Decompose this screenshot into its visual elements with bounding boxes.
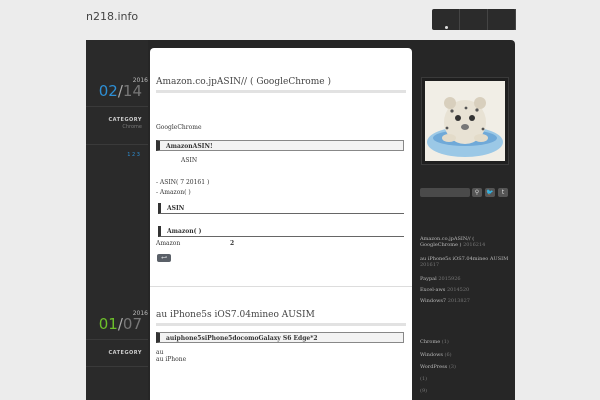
snow-leopard-photo	[425, 81, 505, 161]
recent-post-4[interactable]: Excel-aws 2014520	[420, 287, 469, 293]
post-2-title[interactable]: au iPhone5s iOS7.04mineo AUSIM	[156, 310, 315, 320]
post-divider	[150, 286, 412, 287]
twitter-icon[interactable]: t	[498, 188, 508, 197]
recent-post-1[interactable]: Amazon.co.jpASIN// ( GoogleChrome ) 2016…	[420, 236, 485, 248]
post-2-date: 01/07	[98, 315, 142, 333]
post-2-month: 01	[98, 315, 118, 333]
recent-post-3[interactable]: Paypal 2015926	[420, 276, 461, 282]
category-wordpress[interactable]: WordPress (3)	[420, 364, 456, 370]
back-arrow-icon: ↩	[161, 254, 167, 262]
twitter-button[interactable]: 🐦	[485, 188, 495, 197]
post-1-month: 02	[98, 82, 118, 100]
category-4[interactable]: (1)	[420, 376, 427, 382]
category-5[interactable]: (9)	[420, 388, 427, 394]
nav-item-3[interactable]	[488, 9, 516, 30]
post-1-intro: GoogleChrome	[156, 124, 202, 131]
post-1-day: 14	[122, 82, 142, 100]
post-2-category-label: CATEGORY	[108, 350, 142, 356]
recent-post-2[interactable]: au iPhone5s iOS7.04mineo AUSIM 201617	[420, 256, 508, 268]
post-1-amazon-number: 2	[230, 240, 235, 247]
post-1-title[interactable]: Amazon.co.jpASIN// ( GoogleChrome )	[156, 77, 331, 87]
content-area: Amazon.co.jpASIN// ( GoogleChrome ) Goog…	[150, 48, 412, 400]
post-1-category-label: CATEGORY	[108, 117, 142, 123]
date-divider-2	[86, 339, 148, 340]
post-1-pagination[interactable]: 1 2 3	[127, 152, 140, 158]
search-icon[interactable]: ⚲	[472, 188, 482, 197]
category-divider-2	[86, 366, 148, 367]
site-title[interactable]: n218.info	[86, 10, 138, 23]
post-1-category-value[interactable]: Chrome	[122, 124, 142, 130]
recent-post-5[interactable]: Windows7 2013827	[420, 298, 470, 304]
post-1-date: 02/14	[98, 82, 142, 100]
category-chrome[interactable]: Chrome (1)	[420, 339, 449, 345]
post-1-list-item-2[interactable]: - Amazon( )	[156, 189, 191, 196]
date-column: 2016 02/14 CATEGORY Chrome 1 2 3 2016 01…	[86, 40, 148, 400]
category-windows[interactable]: Windows (6)	[420, 352, 452, 358]
post-1-asin-label: ASIN	[181, 157, 198, 164]
post-2-day: 07	[122, 315, 142, 333]
post-1-title-rule	[156, 90, 406, 93]
post-2-heading: auiphone5siPhone5docomoGalaxy S6 Edge*2	[156, 332, 404, 343]
sidebar-photo-frame	[421, 77, 509, 165]
post-2-line-2: au iPhone	[156, 356, 187, 363]
nav-indicator-icon	[445, 26, 448, 29]
post-2-title-rule	[156, 323, 406, 326]
date-divider	[86, 106, 148, 107]
post-1-heading-asin: AmazonASIN!	[156, 140, 404, 151]
post-1-amazon-text: Amazon	[156, 240, 181, 247]
search-input[interactable]	[420, 188, 470, 197]
back-button[interactable]: ↩	[157, 254, 171, 262]
nav-item-2[interactable]	[460, 9, 488, 30]
twitter-icon: 🐦	[486, 189, 494, 196]
post-1-heading-amazon: Amazon( )	[158, 226, 404, 237]
post-1-list-item-1[interactable]: - ASIN( 7 20161 )	[156, 179, 209, 186]
post-2-line-1: au	[156, 349, 164, 356]
top-navigation[interactable]	[432, 9, 516, 30]
post-1-heading-asin-2: ASIN	[158, 203, 404, 214]
category-divider	[86, 144, 148, 145]
